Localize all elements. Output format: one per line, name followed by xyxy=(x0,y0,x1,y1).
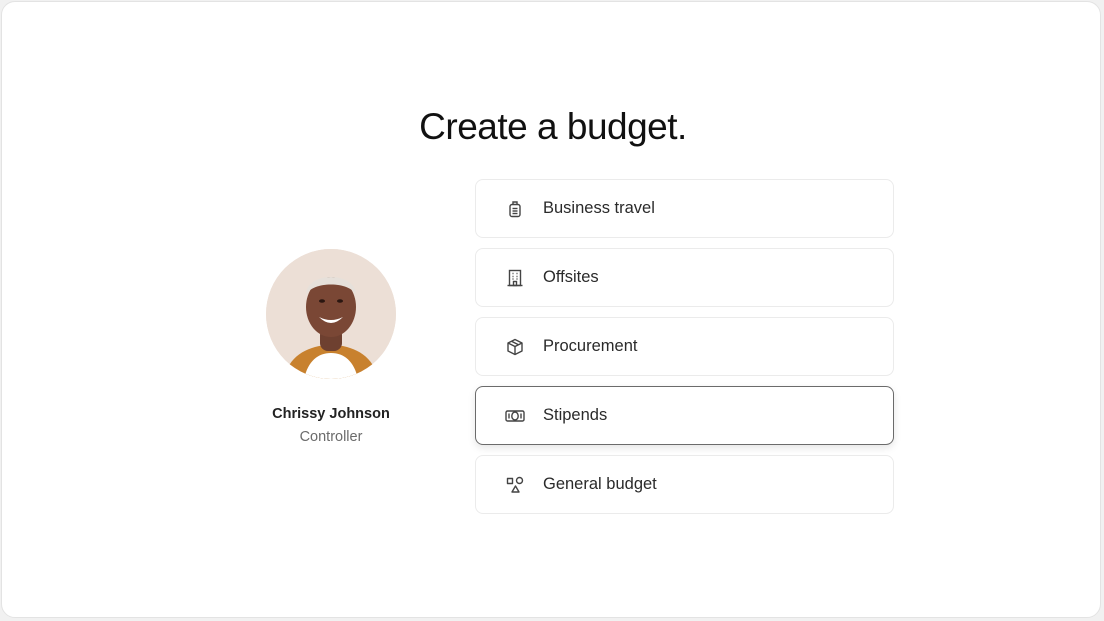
option-stipends[interactable]: Stipends xyxy=(475,386,894,445)
option-label: Procurement xyxy=(543,337,638,355)
profile-name: Chrissy Johnson xyxy=(272,406,390,422)
option-label: General budget xyxy=(543,475,657,493)
option-label: Business travel xyxy=(543,199,655,217)
option-procurement[interactable]: Procurement xyxy=(475,317,894,376)
option-offsites[interactable]: Offsites xyxy=(475,248,894,307)
profile-role: Controller xyxy=(299,429,363,445)
box-icon xyxy=(504,336,526,358)
option-label: Stipends xyxy=(543,406,608,424)
budget-options: Business travel Offsites Procurement Sti… xyxy=(475,179,894,524)
budget-card: Create a budget. Chrissy Johnson Control… xyxy=(1,1,1101,618)
cash-icon xyxy=(504,405,526,427)
user-profile: Chrissy Johnson Controller xyxy=(251,249,411,447)
luggage-icon xyxy=(504,198,526,220)
option-general-budget[interactable]: General budget xyxy=(475,455,894,514)
option-business-travel[interactable]: Business travel xyxy=(475,179,894,238)
option-label: Offsites xyxy=(543,268,599,286)
building-icon xyxy=(504,267,526,289)
shapes-icon xyxy=(504,474,526,496)
page-title: Create a budget. xyxy=(419,106,687,147)
avatar xyxy=(266,249,396,379)
